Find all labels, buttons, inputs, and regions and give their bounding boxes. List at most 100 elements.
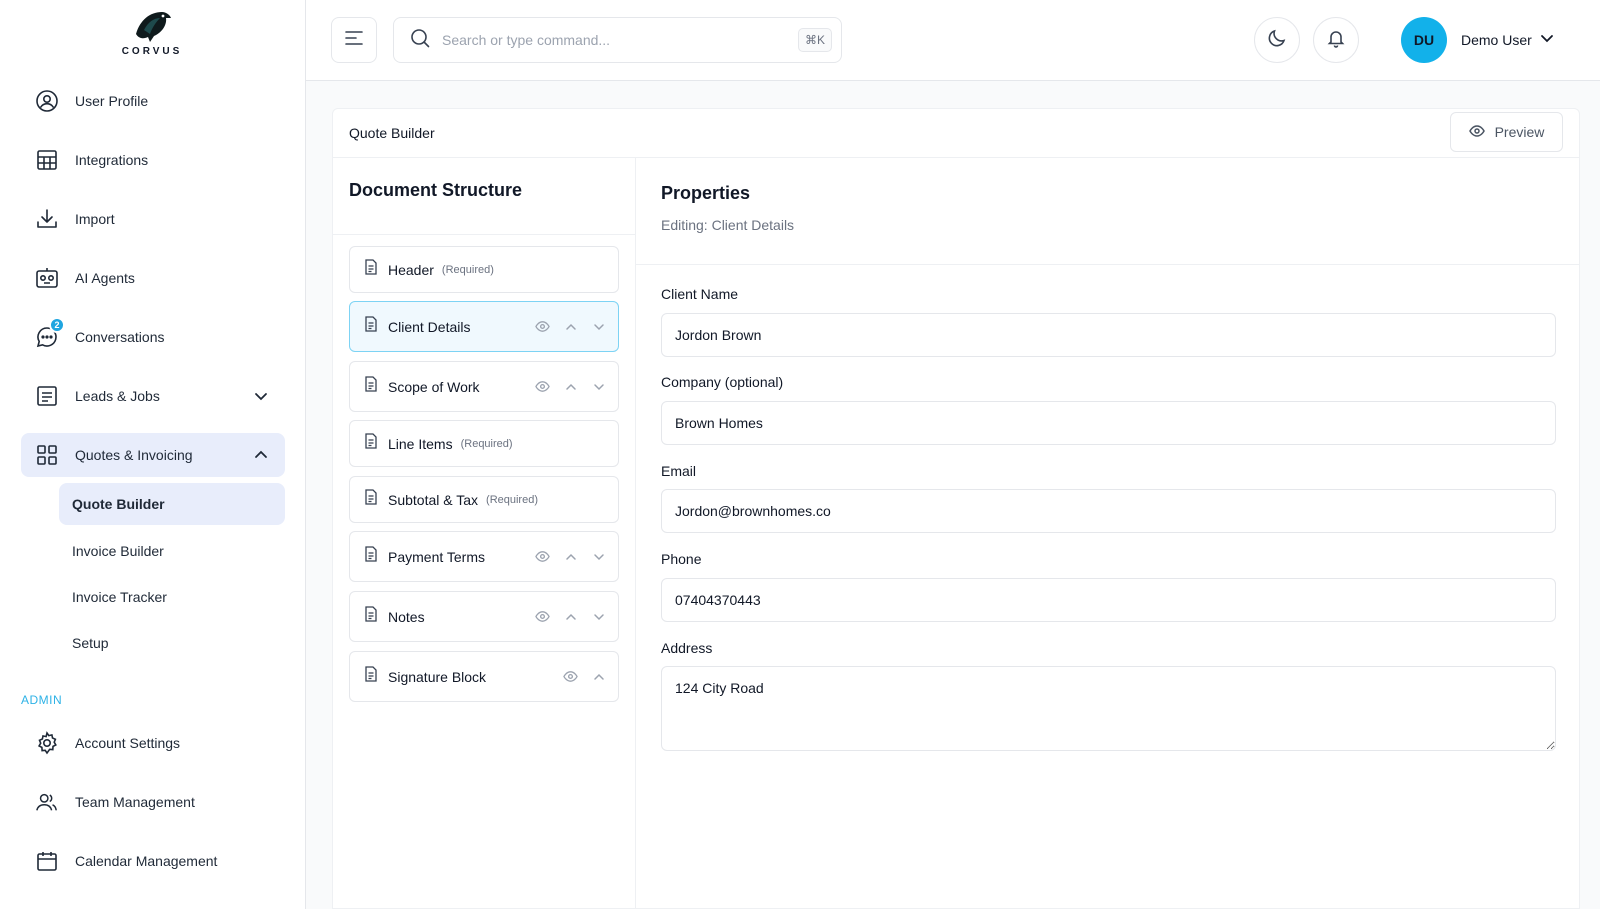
raven-logo-icon: [136, 12, 171, 42]
structure-item-notes[interactable]: Notes: [349, 591, 619, 642]
address-field[interactable]: 124 City Road: [661, 666, 1556, 751]
sidebar-subitem-label: Invoice Tracker: [72, 589, 167, 605]
sidebar-subitem-invoice-builder[interactable]: Invoice Builder: [59, 530, 285, 572]
email-field[interactable]: [661, 489, 1556, 533]
chevron-down-icon[interactable]: [592, 380, 606, 394]
sidebar-item-label: Conversations: [75, 329, 165, 345]
document-icon: [364, 259, 378, 280]
sidebar-item-integrations[interactable]: Integrations: [21, 138, 285, 182]
properties-title: Properties: [661, 183, 751, 203]
document-icon: [364, 606, 378, 627]
client-name-field[interactable]: [661, 313, 1556, 357]
chevron-up-icon[interactable]: [564, 380, 578, 394]
document-icon: [364, 376, 378, 397]
sidebar-item-quotes-invoicing[interactable]: Quotes & Invoicing: [21, 433, 285, 477]
admin-section-label: ADMIN: [21, 693, 63, 707]
structure-item-header[interactable]: Header (Required): [349, 246, 619, 293]
properties-panel: Properties Editing: Client Details Clien…: [636, 158, 1579, 909]
properties-subtitle: Editing: Client Details: [661, 217, 795, 233]
dark-mode-button[interactable]: [1254, 17, 1300, 63]
chevron-up-icon[interactable]: [564, 320, 578, 334]
preview-button[interactable]: Preview: [1450, 112, 1563, 152]
user-menu[interactable]: Demo User: [1461, 31, 1554, 48]
document-icon: [364, 546, 378, 567]
chevron-down-icon[interactable]: [592, 550, 606, 564]
structure-item-subtotal-tax[interactable]: Subtotal & Tax (Required): [349, 476, 619, 523]
eye-icon[interactable]: [535, 609, 550, 624]
chevron-down-icon[interactable]: [253, 388, 269, 407]
sidebar-subitem-setup[interactable]: Setup: [59, 622, 285, 664]
eye-icon[interactable]: [535, 379, 550, 394]
preview-label: Preview: [1494, 124, 1545, 140]
chevron-up-icon[interactable]: [592, 670, 606, 684]
client-name-label: Client Name: [661, 286, 739, 302]
sidebar-subitem-quote-builder[interactable]: Quote Builder: [59, 483, 285, 525]
sidebar-subitem-label: Quote Builder: [72, 496, 165, 512]
document-structure-panel: Document Structure Header (Required) Cli…: [333, 158, 636, 909]
required-tag: (Required): [460, 437, 513, 450]
structure-item-label: Scope of Work: [388, 378, 480, 395]
company-field[interactable]: [661, 401, 1556, 445]
sidebar-item-conversations[interactable]: 2 Conversations: [21, 315, 285, 359]
eye-icon: [1468, 123, 1485, 142]
sidebar-item-team-management[interactable]: Team Management: [21, 780, 285, 824]
divider: [333, 234, 635, 235]
robot-icon: [35, 266, 59, 290]
download-icon: [35, 207, 59, 231]
chevron-up-icon[interactable]: [253, 447, 269, 466]
search-icon: [410, 28, 430, 53]
structure-item-line-items[interactable]: Line Items (Required): [349, 420, 619, 467]
document-icon: [364, 433, 378, 454]
sidebar-item-import[interactable]: Import: [21, 197, 285, 241]
structure-item-label: Header: [388, 261, 434, 278]
eye-icon[interactable]: [535, 549, 550, 564]
bell-icon: [1326, 28, 1346, 53]
users-icon: [35, 790, 59, 814]
phone-label: Phone: [661, 551, 702, 567]
address-label: Address: [661, 640, 713, 656]
calendar-icon: [35, 849, 59, 873]
structure-item-signature-block[interactable]: Signature Block: [349, 651, 619, 702]
document-icon: [364, 316, 378, 337]
phone-field[interactable]: [661, 578, 1556, 622]
eye-icon[interactable]: [535, 319, 550, 334]
sidebar-item-calendar-management[interactable]: Calendar Management: [21, 839, 285, 883]
structure-item-label: Notes: [388, 608, 425, 625]
structure-item-payment-terms[interactable]: Payment Terms: [349, 531, 619, 582]
sidebar-subitem-invoice-tracker[interactable]: Invoice Tracker: [59, 576, 285, 618]
sidebar-item-label: Team Management: [75, 794, 195, 810]
menu-icon: [345, 30, 363, 50]
properties-header: Properties Editing: Client Details: [636, 158, 1579, 265]
sidebar-item-account-settings[interactable]: Account Settings: [21, 721, 285, 765]
search-input[interactable]: [442, 32, 772, 48]
sidebar-item-leads-jobs[interactable]: Leads & Jobs: [21, 374, 285, 418]
user-name-label: Demo User: [1461, 31, 1532, 48]
chevron-down-icon[interactable]: [592, 610, 606, 624]
eye-icon[interactable]: [563, 669, 578, 684]
gear-icon: [35, 731, 59, 755]
corvus-logo[interactable]: CORVUS: [116, 6, 188, 60]
structure-item-client-details[interactable]: Client Details: [349, 301, 619, 352]
structure-item-label: Line Items: [388, 435, 453, 452]
sidebar-item-label: Calendar Management: [75, 853, 218, 869]
search-box[interactable]: ⌘K: [393, 17, 842, 63]
sidebar-subitem-label: Invoice Builder: [72, 543, 164, 559]
chevron-down-icon[interactable]: [592, 320, 606, 334]
avatar[interactable]: DU: [1401, 17, 1447, 63]
user-circle-icon: [35, 89, 59, 113]
menu-toggle-button[interactable]: [331, 17, 377, 63]
notifications-button[interactable]: [1313, 17, 1359, 63]
sidebar-item-user-profile[interactable]: User Profile: [21, 79, 285, 123]
chevron-up-icon[interactable]: [564, 610, 578, 624]
document-icon: [364, 489, 378, 510]
required-tag: (Required): [486, 493, 538, 506]
company-label: Company (optional): [661, 374, 784, 390]
chevron-up-icon[interactable]: [564, 550, 578, 564]
structure-item-scope-of-work[interactable]: Scope of Work: [349, 361, 619, 412]
structure-item-label: Payment Terms: [388, 548, 485, 565]
chevron-down-icon: [1540, 31, 1554, 48]
sidebar-subitem-label: Setup: [72, 635, 109, 651]
sidebar-item-ai-agents[interactable]: AI Agents: [21, 256, 285, 300]
structure-item-label: Subtotal & Tax: [388, 491, 479, 508]
card-header: Quote Builder Preview: [333, 109, 1579, 158]
